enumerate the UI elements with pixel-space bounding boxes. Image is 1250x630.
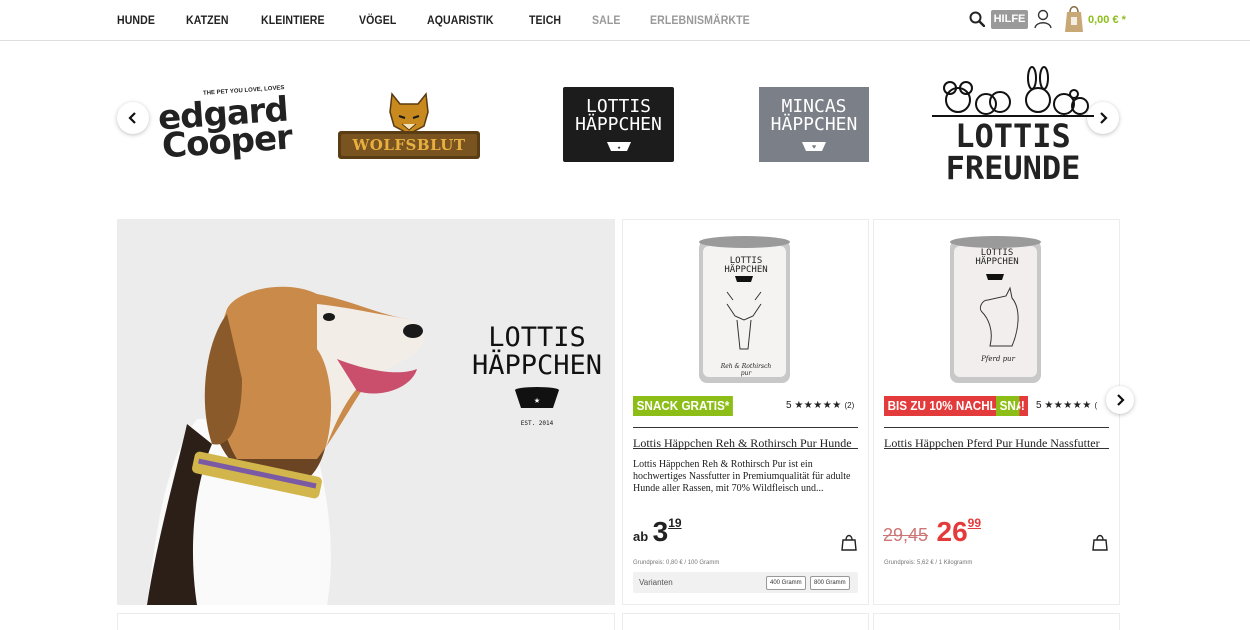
- nav-item-voegel[interactable]: VÖGEL: [359, 13, 396, 27]
- can-label: Reh & Rothirsch pur: [720, 363, 772, 377]
- brand-name-line2: HÄPPCHEN: [770, 113, 858, 135]
- bowl-icon: ★: [515, 387, 559, 408]
- help-button[interactable]: HILFE: [991, 10, 1028, 29]
- hero-logo-small-text: EST. 2014: [520, 420, 554, 427]
- hero-logo-line2: HÄPPCHEN: [471, 350, 603, 381]
- next-row-card: [117, 613, 615, 630]
- brand-name-line2: FREUNDE: [945, 149, 1081, 187]
- product-next-button[interactable]: [1106, 386, 1134, 414]
- brand-name-line1: LOTTIS: [955, 117, 1071, 155]
- brand-name-line2: HÄPPCHEN: [575, 113, 662, 135]
- can-brand-line2: HÄPPCHEN: [724, 265, 768, 275]
- promo-badge-cut: SNAC: [996, 396, 1020, 416]
- brand-logo-edgard-cooper[interactable]: THE PET YOU LOVE, LOVES edgard Cooper: [157, 85, 300, 167]
- hero-banner[interactable]: LOTTIS HÄPPCHEN ★ EST. 2014: [117, 219, 615, 605]
- rating-count: (: [1094, 401, 1098, 410]
- rating: 5 ★★★★★ (2): [786, 400, 854, 411]
- next-row-card: [873, 613, 1120, 630]
- brand-logo-lottis-freunde[interactable]: LOTTIS FREUNDE: [928, 63, 1098, 187]
- price-cents: 19: [668, 516, 682, 530]
- nav-item-teich[interactable]: TEICH: [529, 13, 561, 27]
- rating-value: 5: [1036, 400, 1042, 411]
- base-price: Grundpreis: 0,80 € / 100 Gramm: [633, 560, 720, 566]
- variant-option-800g[interactable]: 800 Gramm: [810, 576, 850, 590]
- divider: [884, 448, 1109, 449]
- chevron-right-icon: [1100, 112, 1108, 124]
- divider: [633, 448, 858, 449]
- brand-logo-mincas-haeppchen[interactable]: MINCAS HÄPPCHEN ♥: [759, 87, 869, 162]
- price-cents: 99: [967, 516, 982, 530]
- product-price: ab 319: [633, 516, 682, 548]
- shopping-bag-icon[interactable]: [1063, 3, 1085, 33]
- variants-label: Varianten: [639, 578, 673, 587]
- svg-text:★: ★: [617, 144, 621, 151]
- add-to-cart-bag-icon[interactable]: [1092, 533, 1108, 551]
- variants-bar: Varianten 400 Gramm 800 Gramm: [633, 572, 858, 593]
- product-card[interactable]: LOTTIS HÄPPCHEN Reh & Rothirsch pur SNAC…: [622, 219, 869, 605]
- nav-item-erlebnismaerkte[interactable]: ERLEBNISMÄRKTE: [650, 13, 750, 27]
- hero-brand-logo: LOTTIS HÄPPCHEN ★ EST. 2014: [462, 324, 612, 428]
- rating-stars-icon: ★★★★★: [794, 400, 842, 411]
- price-prefix: ab: [633, 529, 649, 544]
- product-card[interactable]: LOTTIS HÄPPCHEN Pferd pur BIS ZU 10% NAC…: [873, 219, 1120, 605]
- nav-item-katzen[interactable]: KATZEN: [186, 13, 229, 27]
- top-header: HUNDE KATZEN KLEINTIERE VÖGEL AQUARISTIK…: [0, 0, 1250, 41]
- brand-name: WOLFSBLUT: [352, 136, 466, 154]
- rating-value: 5: [786, 400, 792, 411]
- main-navigation: HUNDE KATZEN KLEINTIERE VÖGEL AQUARISTIK…: [117, 13, 789, 27]
- rating-count: (2): [844, 401, 855, 410]
- chevron-right-icon: [1117, 394, 1125, 406]
- old-price: 29,45: [883, 525, 929, 545]
- brand-name-line1: MINCAS: [781, 95, 847, 117]
- user-icon[interactable]: [1034, 9, 1052, 29]
- hero-logo-line1: LOTTIS: [488, 322, 586, 353]
- add-to-cart-bag-icon[interactable]: [841, 533, 857, 551]
- svg-text:★: ★: [534, 395, 540, 406]
- bowl-icon: ★: [606, 141, 631, 151]
- brand-name-line2: Cooper: [160, 117, 294, 167]
- price-main: 3: [652, 516, 669, 547]
- product-price: 29,45 2699: [883, 516, 981, 548]
- svg-text:♥: ♥: [812, 144, 816, 151]
- can-brand-line2: HÄPPCHEN: [975, 257, 1019, 267]
- variant-option-400g[interactable]: 400 Gramm: [766, 576, 806, 590]
- nav-item-kleintiere[interactable]: KLEINTIERE: [261, 13, 325, 27]
- can-label: Pferd pur: [981, 355, 1015, 363]
- nav-item-hunde[interactable]: HUNDE: [117, 13, 155, 27]
- next-row-card: [622, 613, 869, 630]
- brand-prev-button[interactable]: [117, 102, 149, 134]
- brand-logo-wolfsblut[interactable]: WOLFSBLUT: [336, 90, 482, 162]
- bowl-icon: ♥: [802, 141, 826, 151]
- rating-stars-icon: ★★★★★: [1044, 400, 1092, 411]
- cart-total[interactable]: 0,00 € *: [1088, 14, 1126, 26]
- brand-name-line1: LOTTIS: [585, 95, 652, 117]
- nav-item-sale[interactable]: SALE: [592, 13, 621, 27]
- promo-badge: SNACK GRATIS*: [633, 396, 733, 416]
- search-icon[interactable]: [969, 11, 985, 27]
- chevron-left-icon: [128, 112, 136, 124]
- price-main: 26: [936, 516, 968, 547]
- base-price: Grundpreis: 5,62 € / 1 Kilogramm: [884, 560, 973, 566]
- product-description: Lottis Häppchen Reh & Rothirsch Pur ist …: [633, 459, 851, 494]
- rating: 5 ★★★★★ (: [1036, 400, 1097, 411]
- brand-logo-lottis-haeppchen[interactable]: LOTTIS HÄPPCHEN ★: [563, 87, 674, 162]
- nav-item-aquaristik[interactable]: AQUARISTIK: [427, 13, 494, 27]
- animals-illustration-icon: [932, 66, 1094, 117]
